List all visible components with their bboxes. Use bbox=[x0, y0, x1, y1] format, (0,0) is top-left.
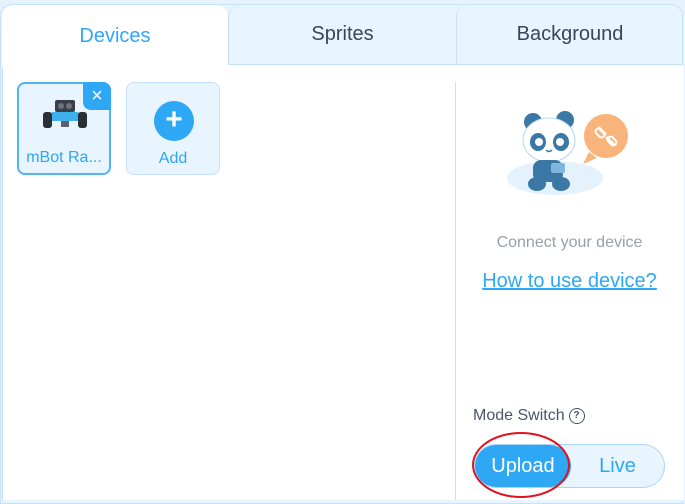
device-name: mBot Ra... bbox=[26, 149, 102, 166]
help-icon[interactable]: ? bbox=[568, 408, 585, 424]
how-to-use-device-link[interactable]: How to use device? bbox=[456, 270, 683, 293]
tab-background[interactable]: Background bbox=[456, 5, 683, 65]
add-label: Add bbox=[158, 150, 188, 167]
close-icon: × bbox=[91, 84, 103, 107]
add-device-button[interactable]: + Add bbox=[126, 82, 220, 175]
tab-sprites[interactable]: Sprites bbox=[228, 5, 456, 65]
upload-mode-button[interactable]: Upload bbox=[475, 445, 571, 487]
remove-device-button[interactable]: × bbox=[83, 82, 111, 110]
plus-icon: + bbox=[154, 101, 194, 141]
device-card-mbot[interactable]: × mBot Ra... bbox=[17, 82, 111, 175]
connect-status-text: Connect your device bbox=[496, 234, 643, 251]
live-mode-button[interactable]: Live bbox=[571, 445, 664, 487]
robot-car-icon bbox=[43, 100, 87, 128]
tab-devices[interactable]: Devices bbox=[2, 5, 228, 67]
panda-disconnected-illustration bbox=[507, 111, 628, 195]
mode-switch-label: Mode Switch ? bbox=[473, 407, 585, 425]
mode-toggle[interactable]: Upload Live bbox=[474, 444, 665, 488]
mode-switch-text: Mode Switch bbox=[473, 407, 565, 424]
